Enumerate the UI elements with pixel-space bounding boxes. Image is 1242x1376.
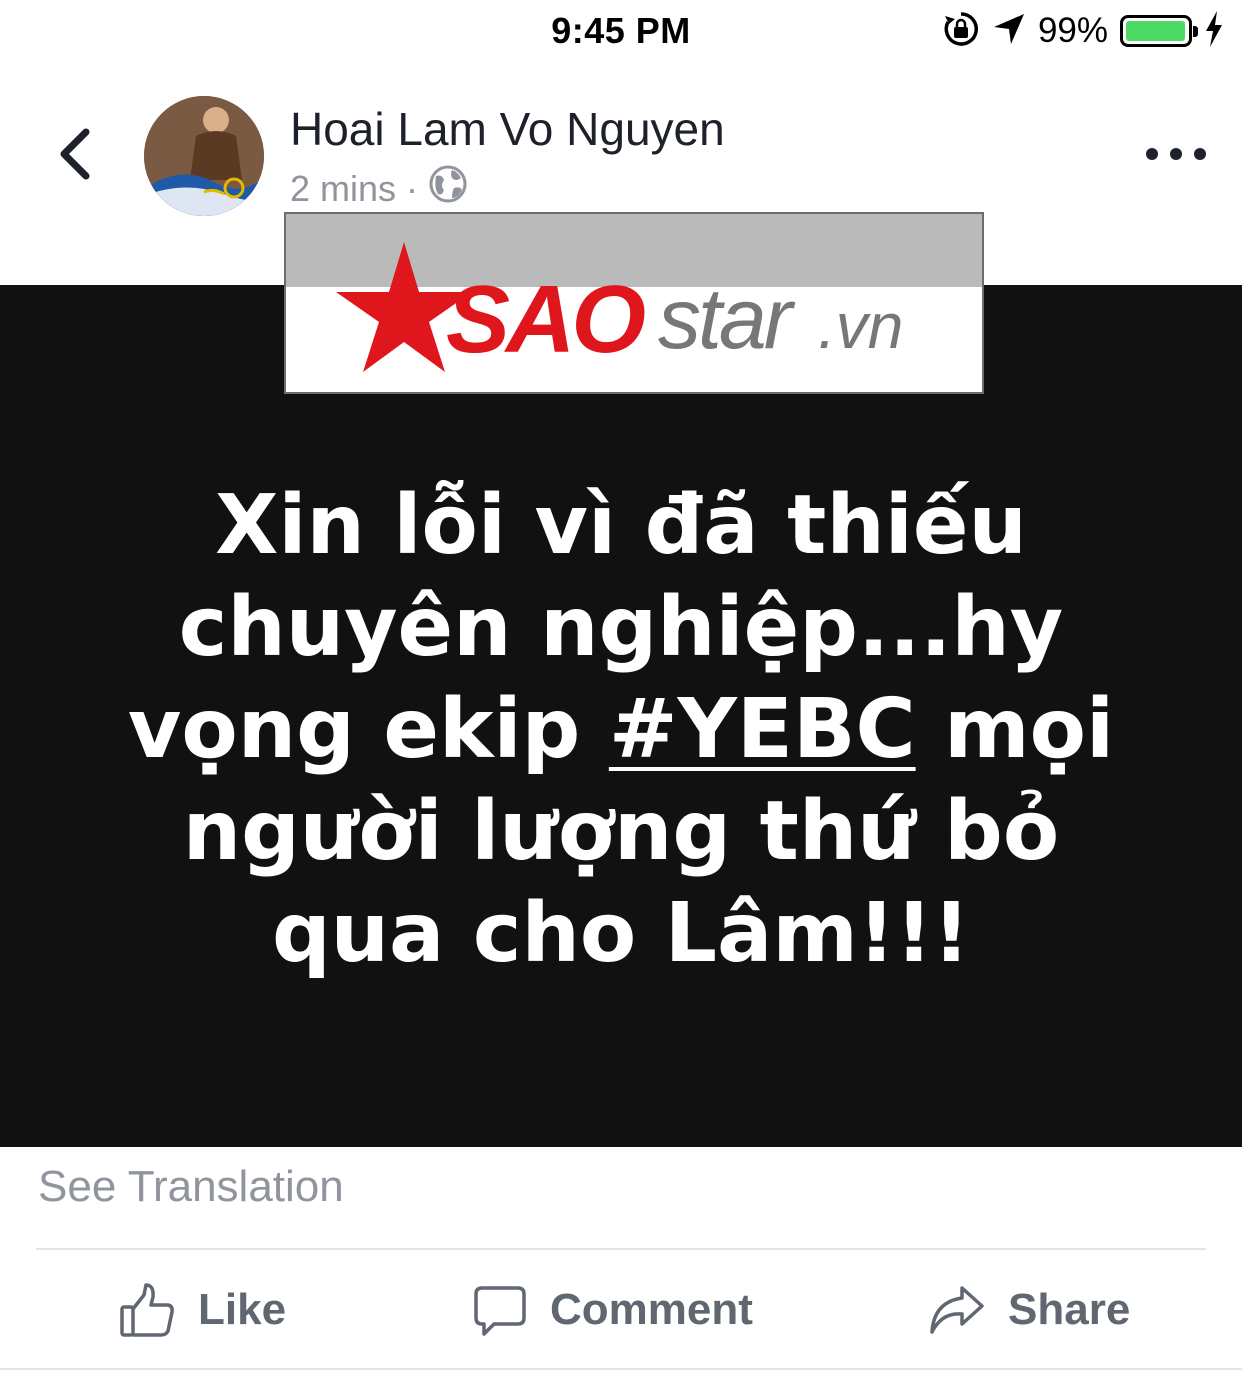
chevron-left-icon (60, 128, 90, 180)
svg-text:SAO: SAO (446, 266, 645, 373)
post-image[interactable]: Xin lỗi vì đã thiếu chuyên nghiệp...hy v… (0, 285, 1242, 1147)
hashtag-link[interactable]: #YEBC (609, 682, 916, 777)
post-meta: 2 mins · (290, 164, 468, 213)
share-button[interactable]: Share (928, 1280, 1130, 1340)
more-dots-icon (1146, 148, 1158, 160)
svg-text:.vn: .vn (818, 290, 903, 362)
comment-button[interactable]: Comment (472, 1280, 753, 1340)
back-button[interactable] (44, 119, 104, 189)
saostar-logo: SAO star .vn (336, 242, 903, 373)
like-label: Like (198, 1285, 287, 1334)
share-label: Share (1008, 1285, 1131, 1334)
action-bar: Like Comment Share (0, 1250, 1242, 1368)
more-dot (1170, 148, 1182, 160)
post-text-line: chuyên nghiệp...hy (178, 580, 1064, 675)
charging-bolt-icon (1204, 10, 1224, 52)
post-image-text: Xin lỗi vì đã thiếu chuyên nghiệp...hy v… (60, 475, 1182, 985)
post-timestamp[interactable]: 2 mins (290, 168, 396, 210)
avatar[interactable] (144, 96, 264, 216)
like-button[interactable]: Like (118, 1280, 286, 1340)
saostar-watermark: SAO star .vn (284, 212, 984, 394)
post-text-line: Xin lỗi vì đã thiếu (215, 478, 1027, 573)
location-arrow-icon (992, 12, 1026, 51)
status-bar: 9:45 PM 99% (0, 0, 1242, 64)
share-arrow-icon (930, 1286, 984, 1334)
globe-icon (428, 164, 468, 213)
meta-separator: · (406, 167, 419, 209)
more-dot (1194, 148, 1206, 160)
comment-label: Comment (550, 1285, 753, 1334)
status-indicators: 99% (942, 10, 1224, 52)
avatar-image (144, 96, 264, 216)
battery-icon (1120, 15, 1198, 47)
thumbs-up-icon (120, 1283, 174, 1337)
post-text-line: qua cho Lâm!!! (271, 886, 971, 981)
comment-bubble-icon (474, 1286, 526, 1336)
post-text-fragment: vọng ekip (127, 682, 609, 777)
battery-percent: 99% (1037, 11, 1108, 50)
post-text-line: người lượng thứ bỏ (182, 784, 1060, 879)
orientation-lock-icon (942, 10, 980, 53)
post-text-line: vọng ekip #YEBC mọi (60, 679, 1182, 781)
author-name[interactable]: Hoai Lam Vo Nguyen (290, 102, 725, 156)
svg-text:star: star (658, 271, 796, 367)
post-text-fragment: mọi (915, 682, 1115, 777)
more-options-button[interactable] (1146, 134, 1206, 174)
bottom-divider (0, 1368, 1242, 1370)
see-translation-link[interactable]: See Translation (38, 1162, 344, 1212)
battery-fill (1126, 21, 1186, 41)
